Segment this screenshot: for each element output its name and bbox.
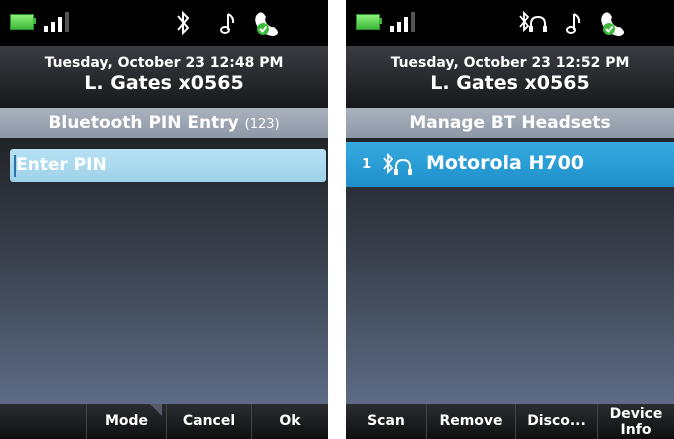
title-text: Bluetooth PIN Entry <box>48 113 239 133</box>
header: Tuesday, October 23 12:48 PM L. Gates x0… <box>0 46 328 108</box>
header: Tuesday, October 23 12:52 PM L. Gates x0… <box>346 46 674 108</box>
headset-list-item[interactable]: 1 Motorola H700 <box>346 142 674 187</box>
pin-input[interactable]: Enter PIN <box>10 149 326 182</box>
list-item-index: 1 <box>362 157 372 172</box>
signal-icon <box>390 12 420 32</box>
content-area: 1 Motorola H700 <box>346 138 674 404</box>
bluetooth-icon <box>177 10 190 36</box>
remove-softkey[interactable]: Remove <box>426 404 515 439</box>
softkey-bar: Mode Cancel Ok <box>0 404 328 439</box>
battery-tip <box>379 18 382 24</box>
mode-indicator <box>150 404 162 416</box>
user-line: L. Gates x0565 <box>84 72 244 94</box>
content-area: Enter PIN <box>0 138 328 404</box>
pin-placeholder: Enter PIN <box>16 155 107 175</box>
battery-tip <box>33 18 36 24</box>
battery-icon <box>10 14 34 30</box>
status-bar <box>346 0 674 46</box>
softkey-bar: Scan Remove Disco... Device Info <box>346 404 674 439</box>
bluetooth-headset-icon <box>519 10 547 33</box>
bluetooth-headset-icon <box>383 153 412 175</box>
disconnect-softkey[interactable]: Disco... <box>515 404 597 439</box>
ringer-music-note-icon <box>220 13 235 34</box>
datetime: Tuesday, October 23 12:52 PM <box>390 55 630 71</box>
input-mode-hint: (123) <box>244 117 280 132</box>
signal-icon <box>44 12 74 32</box>
device-info-softkey[interactable]: Device Info <box>597 404 674 439</box>
status-bar <box>0 0 328 46</box>
page-title: Manage BT Headsets <box>346 108 674 138</box>
title-text: Manage BT Headsets <box>409 113 611 133</box>
softkey-empty[interactable] <box>0 404 86 439</box>
ok-softkey[interactable]: Ok <box>251 404 328 439</box>
page-title: Bluetooth PIN Entry (123) <box>0 108 328 138</box>
scan-softkey[interactable]: Scan <box>346 404 426 439</box>
hook-handset-check-icon <box>601 12 624 36</box>
user-line: L. Gates x0565 <box>430 72 590 94</box>
cancel-softkey[interactable]: Cancel <box>166 404 251 439</box>
device-info-line2: Info <box>620 422 652 438</box>
datetime: Tuesday, October 23 12:48 PM <box>44 55 284 71</box>
hook-handset-check-icon <box>255 12 278 36</box>
text-cursor <box>14 155 16 177</box>
battery-icon <box>356 14 380 30</box>
device-info-line1: Device <box>609 406 663 422</box>
ringer-music-note-icon <box>566 13 581 34</box>
list-item-label: Motorola H700 <box>426 152 585 174</box>
phone-screen-pin-entry: Tuesday, October 23 12:48 PM L. Gates x0… <box>0 0 328 439</box>
phone-screen-manage-headsets: Tuesday, October 23 12:52 PM L. Gates x0… <box>346 0 674 439</box>
